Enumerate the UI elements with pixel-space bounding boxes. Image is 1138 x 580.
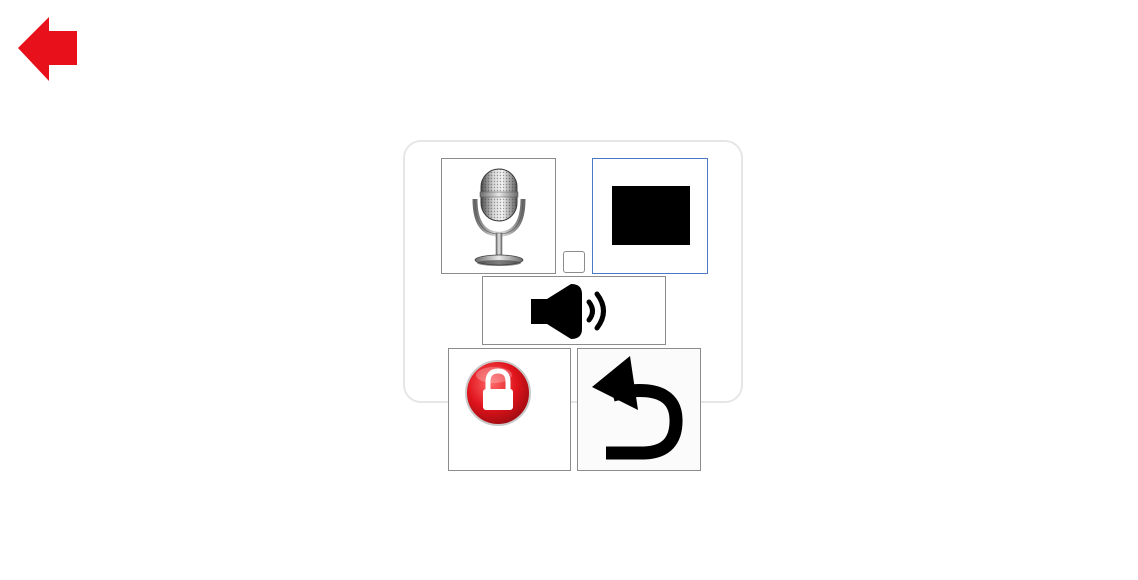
undo-arrow-icon — [592, 356, 683, 460]
speaker-button[interactable] — [482, 276, 666, 345]
stop-button[interactable] — [592, 158, 708, 274]
page — [0, 0, 1138, 580]
microphone-icon — [472, 168, 526, 266]
back-button[interactable] — [17, 17, 79, 83]
red-lock-icon — [465, 360, 531, 426]
speaker-icon — [531, 284, 606, 339]
red-left-arrow-icon — [18, 17, 77, 81]
option-checkbox[interactable] — [563, 251, 585, 273]
lock-button[interactable] — [448, 348, 571, 471]
stop-square-icon — [612, 186, 690, 245]
undo-button[interactable] — [577, 348, 701, 471]
microphone-button[interactable] — [441, 158, 556, 274]
